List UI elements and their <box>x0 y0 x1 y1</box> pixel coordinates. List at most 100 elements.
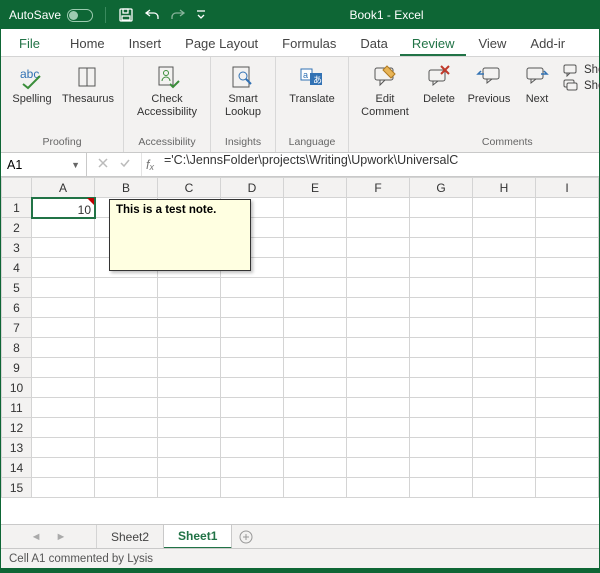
cell[interactable] <box>221 398 284 418</box>
cell[interactable] <box>32 318 95 338</box>
column-header[interactable]: H <box>473 178 536 198</box>
cell[interactable] <box>221 298 284 318</box>
column-header[interactable]: G <box>410 178 473 198</box>
tab-review[interactable]: Review <box>400 30 467 56</box>
cell[interactable] <box>347 358 410 378</box>
cell[interactable] <box>95 438 158 458</box>
cell[interactable] <box>32 438 95 458</box>
cell[interactable] <box>347 278 410 298</box>
cell[interactable] <box>536 478 599 498</box>
cell[interactable] <box>473 398 536 418</box>
cell[interactable] <box>284 298 347 318</box>
cell[interactable]: 10 <box>32 198 95 218</box>
row-header[interactable]: 3 <box>2 238 32 258</box>
cell[interactable] <box>32 478 95 498</box>
cell[interactable] <box>284 358 347 378</box>
tab-formulas[interactable]: Formulas <box>270 30 348 56</box>
cell[interactable] <box>158 478 221 498</box>
select-all-corner[interactable] <box>2 178 32 198</box>
cell[interactable] <box>410 418 473 438</box>
cell[interactable] <box>473 238 536 258</box>
cell[interactable] <box>158 398 221 418</box>
cell[interactable] <box>536 318 599 338</box>
cell[interactable] <box>95 398 158 418</box>
tab-data[interactable]: Data <box>348 30 399 56</box>
cell[interactable] <box>284 378 347 398</box>
cell[interactable] <box>32 458 95 478</box>
cell[interactable] <box>158 378 221 398</box>
spelling-button[interactable]: abc Spelling <box>7 61 57 108</box>
tab-home[interactable]: Home <box>58 30 117 56</box>
cell[interactable] <box>473 318 536 338</box>
cell[interactable] <box>473 298 536 318</box>
cancel-formula-icon[interactable] <box>97 157 109 172</box>
cell[interactable] <box>284 398 347 418</box>
row-header[interactable]: 4 <box>2 258 32 278</box>
cell[interactable] <box>158 438 221 458</box>
cell[interactable] <box>347 378 410 398</box>
cell[interactable] <box>410 198 473 218</box>
cell[interactable] <box>284 258 347 278</box>
cell[interactable] <box>158 318 221 338</box>
cell[interactable] <box>347 338 410 358</box>
cell[interactable] <box>158 338 221 358</box>
previous-comment-button[interactable]: Previous <box>463 61 515 108</box>
cell[interactable] <box>284 198 347 218</box>
cell[interactable] <box>536 298 599 318</box>
name-box[interactable]: A1 ▼ <box>1 153 87 176</box>
cell[interactable] <box>347 238 410 258</box>
cell[interactable] <box>32 338 95 358</box>
cell[interactable] <box>347 198 410 218</box>
tab-file[interactable]: File <box>1 30 58 56</box>
cell[interactable] <box>536 238 599 258</box>
cell[interactable] <box>32 218 95 238</box>
cell[interactable] <box>32 418 95 438</box>
cell[interactable] <box>410 298 473 318</box>
sheet-nav-next-icon[interactable]: ► <box>56 531 67 543</box>
cell[interactable] <box>410 318 473 338</box>
show-hide-comment-button[interactable]: Show/Hide C <box>563 63 600 77</box>
row-header[interactable]: 15 <box>2 478 32 498</box>
cell[interactable] <box>473 418 536 438</box>
cell[interactable] <box>536 438 599 458</box>
cell[interactable] <box>536 258 599 278</box>
cell[interactable] <box>284 318 347 338</box>
name-box-dropdown-icon[interactable]: ▼ <box>71 160 80 170</box>
row-header[interactable]: 2 <box>2 218 32 238</box>
sheet-tab-sheet2[interactable]: Sheet2 <box>97 525 164 548</box>
column-header[interactable]: B <box>95 178 158 198</box>
delete-comment-button[interactable]: Delete <box>417 61 461 108</box>
row-header[interactable]: 9 <box>2 358 32 378</box>
row-header[interactable]: 5 <box>2 278 32 298</box>
cell[interactable] <box>284 278 347 298</box>
cell[interactable] <box>32 278 95 298</box>
cell[interactable] <box>158 418 221 438</box>
cell[interactable] <box>473 338 536 358</box>
cell[interactable] <box>410 458 473 478</box>
redo-icon[interactable] <box>170 7 186 23</box>
cell[interactable] <box>536 418 599 438</box>
thesaurus-button[interactable]: Thesaurus <box>59 61 117 108</box>
autosave-toggle[interactable]: AutoSave <box>1 8 101 22</box>
smart-lookup-button[interactable]: Smart Lookup <box>217 61 269 120</box>
cell[interactable] <box>95 318 158 338</box>
show-all-comments-button[interactable]: Show All Com <box>563 79 600 93</box>
row-header[interactable]: 6 <box>2 298 32 318</box>
cell[interactable] <box>347 418 410 438</box>
cell[interactable] <box>347 458 410 478</box>
cell[interactable] <box>95 338 158 358</box>
cell[interactable] <box>284 438 347 458</box>
cell[interactable] <box>473 358 536 378</box>
cell[interactable] <box>536 378 599 398</box>
row-header[interactable]: 8 <box>2 338 32 358</box>
row-header[interactable]: 12 <box>2 418 32 438</box>
cell[interactable] <box>221 358 284 378</box>
cell[interactable] <box>410 218 473 238</box>
translate-button[interactable]: aあ Translate <box>282 61 342 108</box>
new-sheet-button[interactable] <box>232 525 260 548</box>
cell[interactable] <box>284 478 347 498</box>
cell[interactable] <box>95 458 158 478</box>
cell[interactable] <box>158 458 221 478</box>
cell[interactable] <box>536 278 599 298</box>
cell[interactable] <box>221 478 284 498</box>
